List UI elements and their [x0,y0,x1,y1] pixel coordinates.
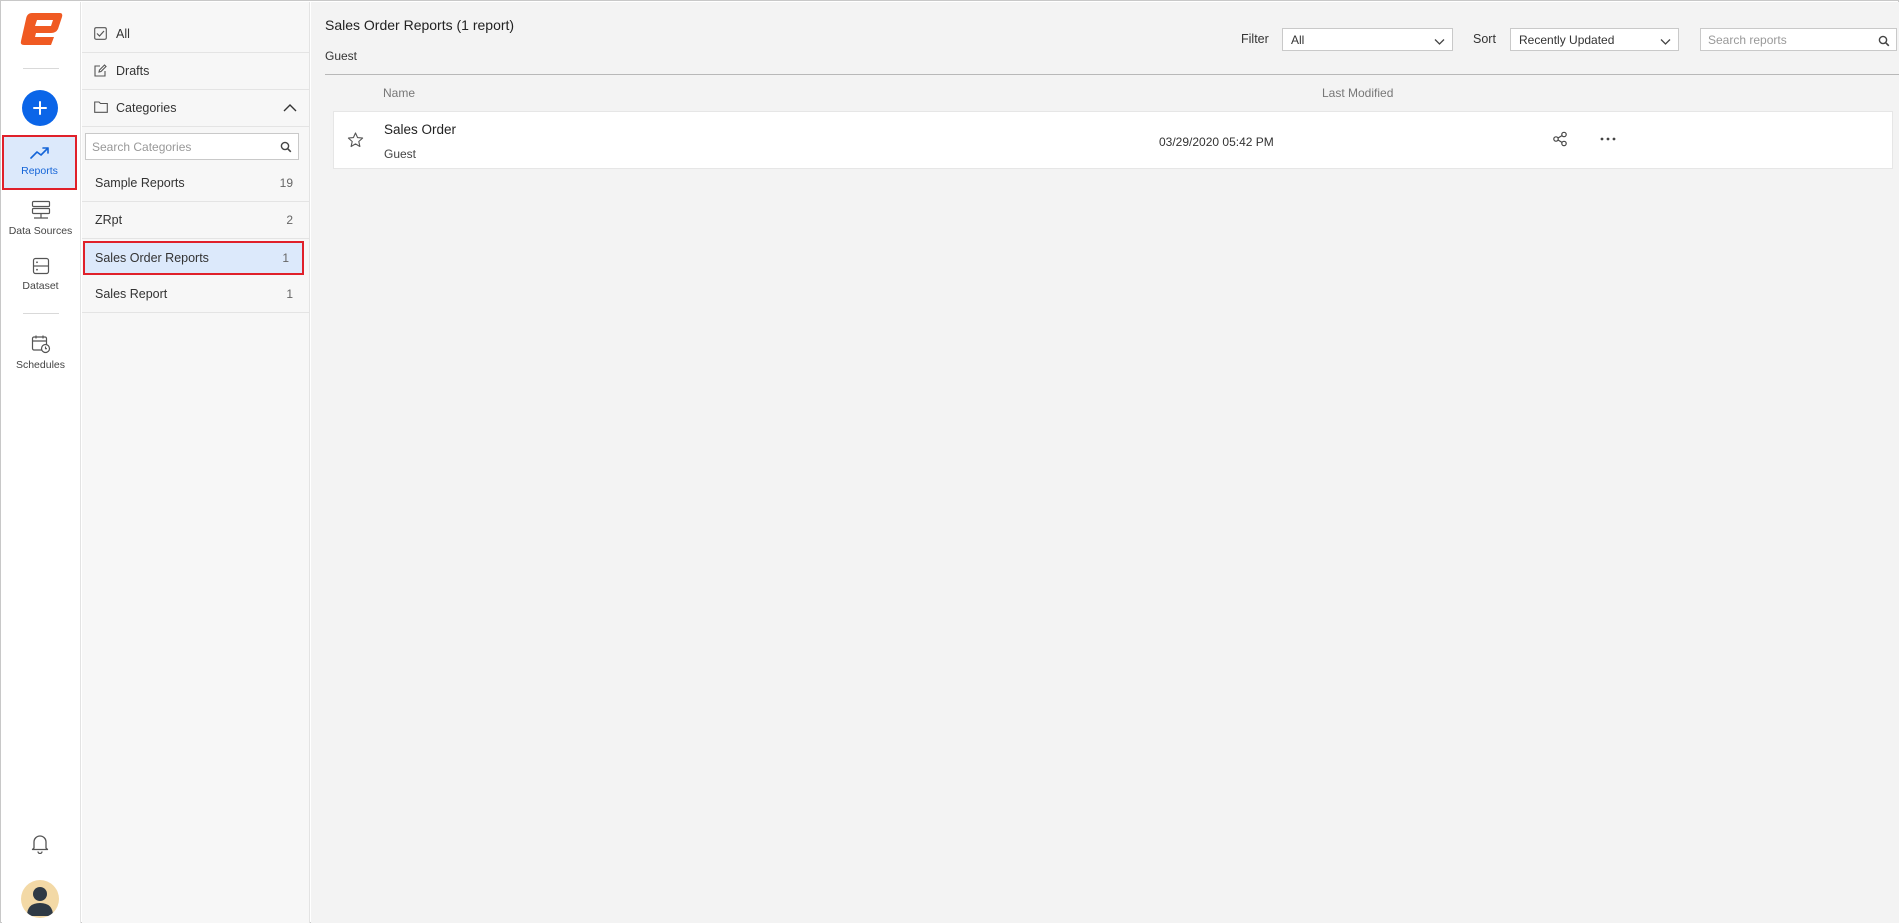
trend-icon [29,147,49,159]
category-item-zrpt[interactable]: ZRpt 2 [82,202,309,239]
category-count: 1 [286,287,293,301]
edit-icon [94,64,108,78]
category-name: Sample Reports [95,176,185,190]
column-header-name[interactable]: Name [383,86,415,100]
report-search [1700,28,1897,51]
user-avatar[interactable] [21,880,59,918]
chevron-down-icon [1434,35,1445,49]
more-options-icon[interactable] [1599,131,1617,152]
checkbox-icon [94,27,108,41]
star-icon[interactable] [347,132,364,153]
category-item-sample-reports[interactable]: Sample Reports 19 [82,165,309,202]
page-subtitle: Guest [325,49,358,63]
search-icon[interactable] [280,140,292,158]
rail-item-label: Dataset [22,280,59,292]
rail-item-label: Data Sources [8,225,73,237]
category-count: 2 [286,213,293,227]
app-window: Reports Data Sources Dataset Schedules A… [0,0,1899,923]
main-content: Sales Order Reports (1 report) Guest Fil… [311,2,1899,923]
rail-item-dataset[interactable]: Dataset [2,257,79,292]
rail-item-schedules[interactable]: Schedules [2,334,79,371]
filter-value: All [1291,32,1305,47]
rail-item-data-sources[interactable]: Data Sources [2,200,79,237]
page-title: Sales Order Reports (1 report) [325,17,515,33]
categories-label: Categories [116,101,177,115]
report-row[interactable]: Sales Order Guest 03/29/2020 05:42 PM [333,111,1893,169]
filter-label: Filter [1241,32,1269,46]
left-nav-rail: Reports Data Sources Dataset Schedules [2,2,81,923]
report-name[interactable]: Sales Order [384,122,456,137]
category-count: 19 [279,176,293,190]
sort-value: Recently Updated [1519,32,1615,47]
report-search-input[interactable] [1701,29,1871,50]
report-owner: Guest [384,147,417,161]
categories-header[interactable]: Categories [82,90,309,127]
category-item-sales-report[interactable]: Sales Report 1 [82,276,309,313]
category-name: Sales Order Reports [95,250,209,265]
search-icon[interactable] [1878,34,1890,52]
notifications-button[interactable] [31,834,49,859]
column-header-last-modified[interactable]: Last Modified [1322,86,1393,100]
filter-all[interactable]: All [82,16,309,53]
category-search-input[interactable] [86,139,266,154]
report-last-modified: 03/29/2020 05:42 PM [1159,135,1274,149]
category-name: Sales Report [95,287,168,301]
filter-dropdown[interactable]: All [1282,28,1453,51]
category-search [85,133,299,160]
folder-icon [94,101,108,115]
header-divider [325,74,1899,75]
filter-drafts-label: Drafts [116,64,150,78]
create-new-button[interactable] [22,90,58,126]
chevron-up-icon[interactable] [283,101,297,115]
bell-icon [31,835,49,855]
rail-item-reports[interactable]: Reports [2,135,77,190]
rail-item-label: Reports [21,165,58,177]
chevron-down-icon [1660,35,1671,49]
filter-all-label: All [116,27,130,41]
rail-divider [23,68,59,69]
category-item-sales-order-reports[interactable]: Sales Order Reports 1 [83,241,304,275]
sort-dropdown[interactable]: Recently Updated [1510,28,1679,51]
plus-icon [33,101,47,115]
category-count: 1 [282,250,289,265]
user-icon [27,887,53,916]
app-logo[interactable] [18,10,64,48]
share-icon[interactable] [1552,131,1568,152]
dataset-icon [32,257,49,275]
calendar-clock-icon [31,335,50,354]
category-panel: All Drafts Categories Sample Reports [82,2,310,923]
filter-drafts[interactable]: Drafts [82,53,309,90]
rail-divider [23,313,59,314]
sort-label: Sort [1473,32,1496,46]
rail-item-label: Schedules [15,359,66,371]
database-icon [31,200,50,219]
category-name: ZRpt [95,213,123,227]
